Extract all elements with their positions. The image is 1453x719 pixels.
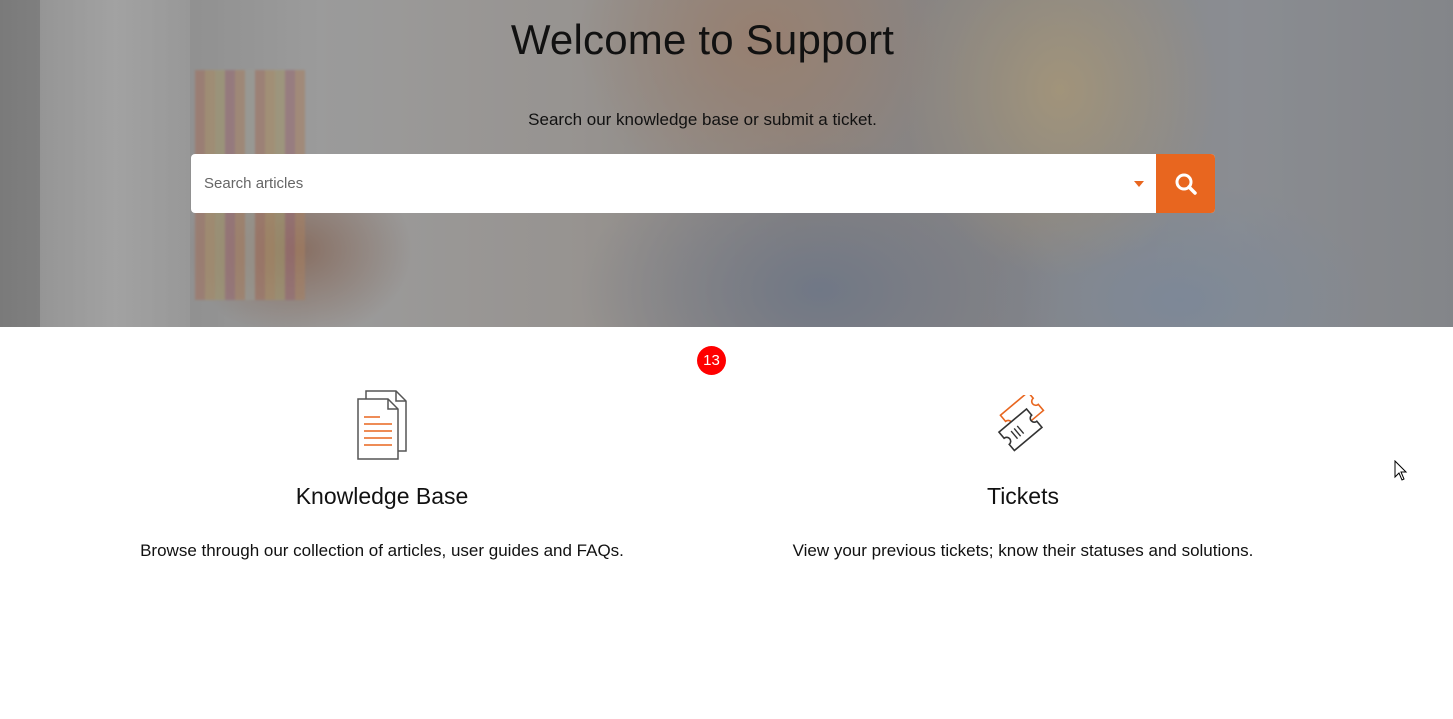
page-title: Welcome to Support (510, 16, 895, 63)
notification-badge: 13 (697, 346, 726, 375)
search-input[interactable] (191, 154, 1122, 213)
search-button[interactable] (1156, 154, 1215, 213)
knowledge-base-description: Browse through our collection of article… (140, 541, 624, 560)
search-icon (1175, 173, 1197, 195)
tickets-card[interactable]: Tickets View your previous tickets; know… (713, 385, 1333, 561)
knowledge-base-card[interactable]: Knowledge Base Browse through our collec… (72, 385, 692, 561)
mouse-cursor-icon (1394, 459, 1408, 487)
page-subtitle: Search our knowledge base or submit a ti… (528, 110, 877, 129)
search-dropdown-toggle[interactable] (1122, 154, 1156, 213)
caret-down-icon (1134, 180, 1144, 187)
knowledge-base-title[interactable]: Knowledge Base (72, 483, 692, 510)
tickets-title[interactable]: Tickets (713, 483, 1333, 510)
ticket-icon (713, 385, 1333, 465)
tickets-description: View your previous tickets; know their s… (792, 541, 1254, 560)
search-bar (191, 154, 1215, 213)
document-icon (72, 385, 692, 465)
hero-banner: Welcome to Support Search our knowledge … (0, 0, 1453, 327)
